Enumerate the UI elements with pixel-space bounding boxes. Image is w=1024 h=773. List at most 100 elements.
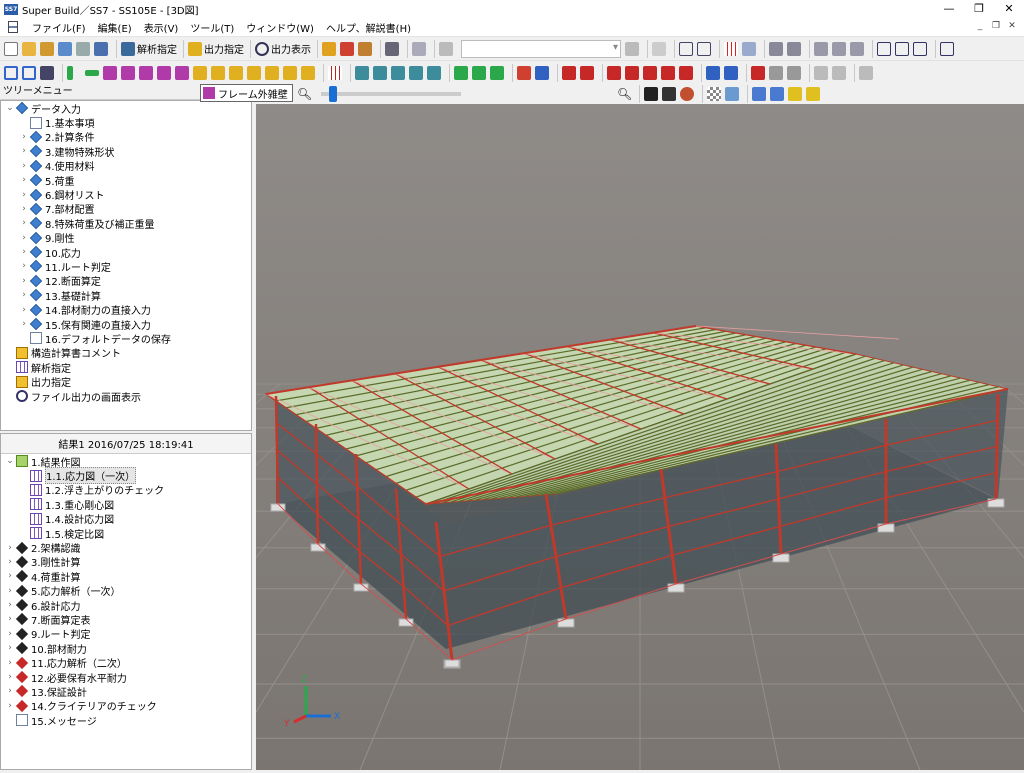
command-combo[interactable] (461, 39, 621, 58)
tree-item[interactable]: › 10.応力 (1, 245, 251, 260)
close-button[interactable]: ✕ (994, 0, 1024, 18)
tile-icon[interactable] (877, 40, 893, 58)
expand-icon[interactable]: › (19, 233, 29, 243)
expand-icon[interactable]: › (19, 132, 29, 142)
tree-item[interactable]: 1.1.応力図（一次） (1, 467, 251, 485)
tree-item[interactable]: › 8.特殊荷重及び補正重量 (1, 216, 251, 231)
tree-item[interactable]: 1.5.検定比図 (1, 526, 251, 541)
mail-icon[interactable] (229, 64, 245, 82)
expand-icon[interactable]: › (19, 175, 29, 185)
cascade-icon[interactable] (940, 40, 956, 58)
tree-item[interactable]: › 12.必要保有水平耐力 (1, 670, 251, 685)
expand-icon[interactable]: › (19, 218, 29, 228)
tree-item[interactable]: › 13.保証設計 (1, 684, 251, 699)
link2-icon[interactable] (535, 64, 551, 82)
layers-icon[interactable] (358, 40, 374, 58)
tree-item[interactable]: › 14.クライテリアのチェック (1, 699, 251, 713)
expand-icon[interactable]: › (5, 658, 15, 668)
minimize-button[interactable]: — (934, 0, 964, 18)
menu-help[interactable]: ヘルプ、解説書(H) (320, 20, 417, 35)
open-folder-icon[interactable] (22, 40, 38, 58)
menu-tools[interactable]: ツール(T) (184, 20, 240, 35)
expand-icon[interactable]: › (5, 701, 15, 711)
support-icon[interactable] (247, 64, 263, 82)
print-setup2-icon[interactable] (832, 64, 848, 82)
tree-item[interactable]: 1.4.設計応力図 (1, 512, 251, 526)
expand-icon[interactable]: › (19, 204, 29, 214)
mdi-minimize-button[interactable]: _ (974, 20, 986, 33)
light-icon[interactable] (752, 85, 768, 103)
move-icon[interactable] (814, 40, 830, 58)
tree-item[interactable]: › 13.基礎計算 (1, 288, 251, 303)
document-icon[interactable] (8, 21, 18, 33)
tree-item[interactable]: › 11.ルート判定 (1, 259, 251, 274)
print-icon[interactable] (385, 40, 401, 58)
tree-item[interactable]: › 5.荷重 (1, 173, 251, 188)
up-arrow-icon[interactable] (769, 40, 785, 58)
member3-icon[interactable] (490, 64, 506, 82)
expand-icon[interactable]: › (19, 190, 29, 200)
tile-h-icon[interactable] (895, 40, 911, 58)
frame-xy-icon[interactable] (4, 64, 20, 82)
expand-icon[interactable]: › (5, 571, 15, 581)
load7-icon[interactable] (679, 64, 695, 82)
redo-icon[interactable] (625, 40, 641, 58)
tree-item[interactable]: › 10.部材耐力 (1, 641, 251, 656)
mdi-close-button[interactable]: ✕ (1006, 20, 1018, 33)
tree-item[interactable]: › 6.設計応力 (1, 598, 251, 613)
print-setup-icon[interactable] (814, 64, 830, 82)
tree-item[interactable]: 出力指定 (1, 374, 251, 389)
frame-outer-wall-icon[interactable] (175, 64, 191, 82)
frame-plan-icon[interactable] (22, 64, 38, 82)
load2-icon[interactable] (580, 64, 596, 82)
tree-item[interactable]: › 7.部材配置 (1, 202, 251, 216)
expand-icon[interactable]: ⌄ (5, 103, 15, 113)
roof-icon[interactable] (751, 64, 767, 82)
expand-icon[interactable]: › (5, 586, 15, 596)
film-icon[interactable] (644, 85, 660, 103)
chain2-icon[interactable] (724, 64, 740, 82)
pointer-icon[interactable] (850, 40, 866, 58)
save-as-icon[interactable] (94, 40, 110, 58)
tree-item[interactable]: › 9.剛性 (1, 231, 251, 245)
tree-item[interactable]: 15.メッセージ (1, 713, 251, 728)
tree-item[interactable]: 1.2.浮き上がりのチェック (1, 483, 251, 497)
brace-icon[interactable] (139, 64, 155, 82)
print-setup3-icon[interactable] (859, 64, 875, 82)
light4-icon[interactable] (806, 85, 822, 103)
window-icon[interactable] (679, 40, 695, 58)
expand-icon[interactable]: › (5, 686, 15, 696)
load4-icon[interactable] (625, 64, 641, 82)
expand-icon[interactable]: › (19, 261, 29, 271)
expand-icon[interactable]: ⌄ (5, 456, 15, 466)
tree-item[interactable]: › 4.荷重計算 (1, 569, 251, 584)
expand-icon[interactable]: › (19, 247, 29, 257)
opening-icon[interactable] (157, 64, 173, 82)
output-setting-button[interactable]: 出力指定 (188, 40, 244, 58)
expand-icon[interactable]: › (5, 557, 15, 567)
output-view-button[interactable]: 出力表示 (255, 40, 311, 58)
export-icon[interactable] (58, 40, 74, 58)
window2-icon[interactable] (697, 40, 713, 58)
tree-item[interactable]: › 12.断面算定 (1, 274, 251, 288)
tree-item[interactable]: › 14.部材耐力の直接入力 (1, 302, 251, 317)
tree-item[interactable]: › 6.鋼材リスト (1, 187, 251, 202)
expand-icon[interactable]: › (5, 600, 15, 610)
light2-icon[interactable] (770, 85, 786, 103)
zoom-slider[interactable] (321, 86, 461, 102)
member2-icon[interactable] (472, 64, 488, 82)
tile-v-icon[interactable] (913, 40, 929, 58)
camera-icon[interactable] (662, 85, 678, 103)
expand-icon[interactable]: › (19, 276, 29, 286)
grid-red-icon[interactable] (724, 40, 740, 58)
mdi-restore-button[interactable]: ❐ (990, 20, 1002, 33)
wall-icon[interactable] (121, 64, 137, 82)
tree-item[interactable]: 構造計算書コメント (1, 346, 251, 360)
tree-item[interactable]: › 2.架構認識 (1, 540, 251, 555)
expand-icon[interactable]: › (5, 614, 15, 624)
load5-icon[interactable] (643, 64, 659, 82)
menu-view[interactable]: 表示(V) (138, 20, 185, 35)
zoom-out-icon[interactable]: 🔍︎ (297, 85, 313, 103)
expand-icon[interactable]: › (19, 305, 29, 315)
zoom-slider-thumb[interactable] (329, 86, 337, 102)
